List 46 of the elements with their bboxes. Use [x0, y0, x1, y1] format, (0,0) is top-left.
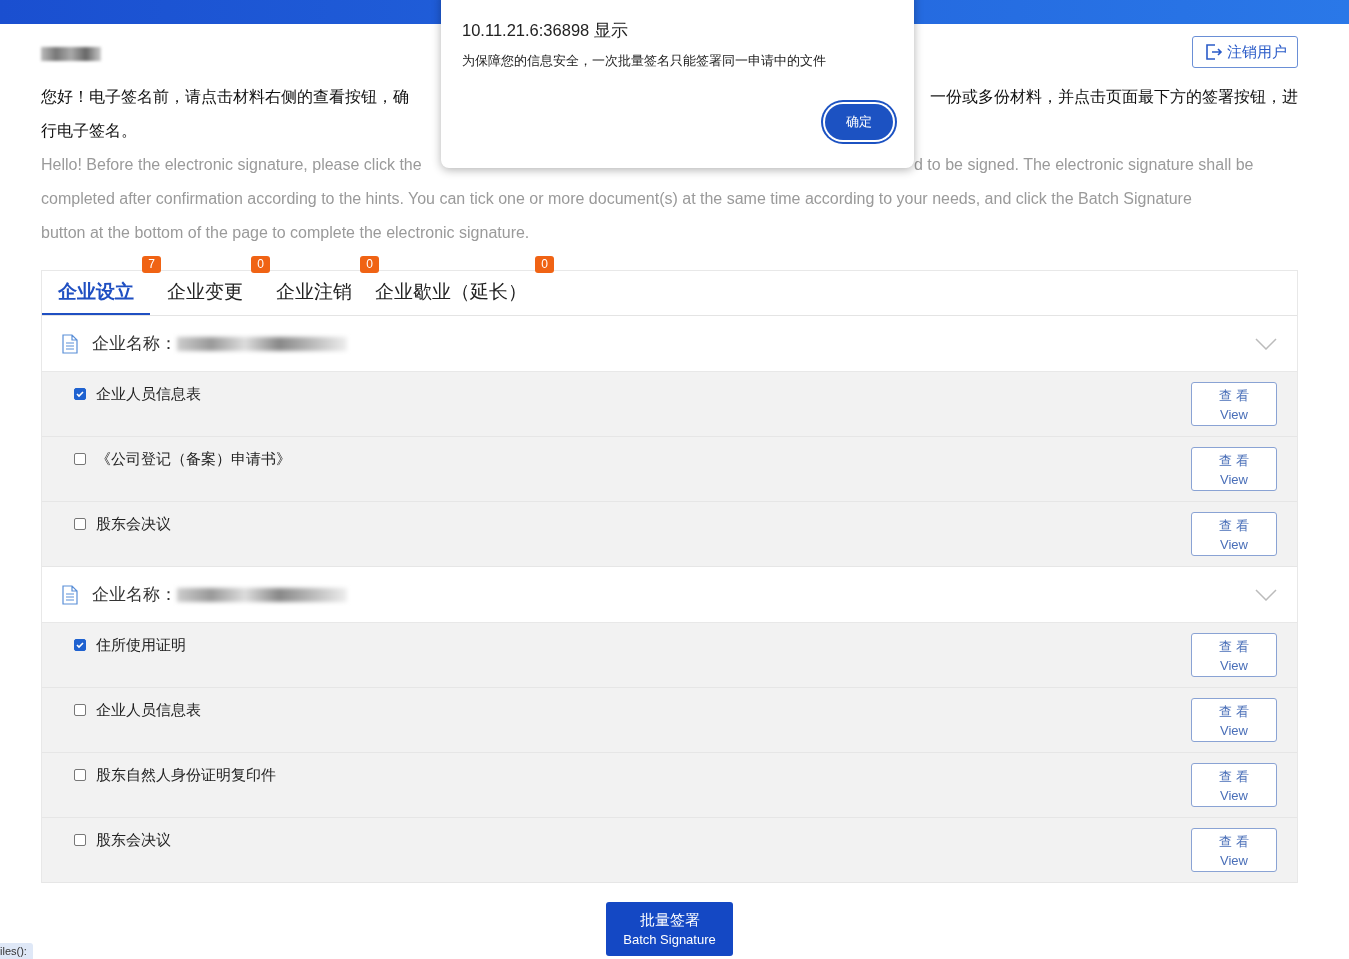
checkbox[interactable] [74, 704, 86, 716]
batch-sign-button[interactable]: 批量签署 Batch Signature [606, 902, 733, 956]
dialog-title: 10.11.21.6:36898 显示 [462, 20, 629, 41]
intro-text: 行电子签名。 [41, 120, 137, 141]
document-name: 住所使用证明 [96, 635, 186, 655]
blurred-name [41, 47, 101, 61]
document-icon [62, 584, 78, 605]
tab[interactable]: 企业变更 [151, 271, 259, 315]
document-name: 股东会决议 [96, 514, 171, 534]
company-label: 企业名称： [92, 584, 177, 606]
view-button[interactable]: 查 看 View [1191, 698, 1277, 742]
document-name: 股东自然人身份证明复印件 [96, 765, 276, 785]
document-icon [62, 333, 78, 354]
document-name: 《公司登记（备案）申请书》 [96, 449, 291, 469]
checkbox[interactable] [74, 834, 86, 846]
tab[interactable]: 企业注销 [260, 271, 368, 315]
count-badge: 0 [251, 256, 270, 273]
dialog-message: 为保障您的信息安全，一次批量签名只能签署同一申请中的文件 [462, 52, 827, 70]
document-name: 股东会决议 [96, 830, 171, 850]
document-name: 企业人员信息表 [96, 384, 201, 404]
view-button[interactable]: 查 看 View [1191, 828, 1277, 872]
count-badge: 0 [360, 256, 379, 273]
company-label: 企业名称： [92, 333, 177, 355]
checkbox[interactable] [74, 518, 86, 530]
view-button[interactable]: 查 看 View [1191, 512, 1277, 556]
intro-text: button at the bottom of the page to complete the electronic signature. [41, 224, 530, 242]
document-name: 企业人员信息表 [96, 700, 201, 720]
intro-text: d to be signed. The electronic signature shall be [914, 156, 1254, 174]
files-tag: iles(): [0, 943, 33, 959]
checkbox[interactable] [74, 769, 86, 781]
logout-button[interactable]: 注销用户 [1192, 36, 1298, 68]
checkbox[interactable] [74, 388, 86, 400]
tab[interactable]: 企业歇业（延长） [369, 271, 543, 315]
intro-text: 您好！电子签名前，请点击材料右侧的查看按钮，确 [41, 86, 409, 107]
checkbox[interactable] [74, 639, 86, 651]
view-button[interactable]: 查 看 View [1191, 447, 1277, 491]
intro-text: 一份或多份材料，并点击页面最下方的签署按钮，进 [929, 86, 1298, 107]
view-button[interactable]: 查 看 View [1191, 763, 1277, 807]
view-button[interactable]: 查 看 View [1191, 633, 1277, 677]
intro-text: Hello! Before the electronic signature, please click the [41, 156, 422, 174]
count-badge: 7 [142, 256, 161, 273]
intro-text: completed after confirmation according to the hints. You can tick one or more document(s) at the same time according to your needs, and click the Batch Signature [41, 190, 1192, 208]
logout-icon [1203, 42, 1223, 62]
count-badge: 0 [535, 256, 554, 273]
view-button[interactable]: 查 看 View [1191, 382, 1277, 426]
checkbox[interactable] [74, 453, 86, 465]
